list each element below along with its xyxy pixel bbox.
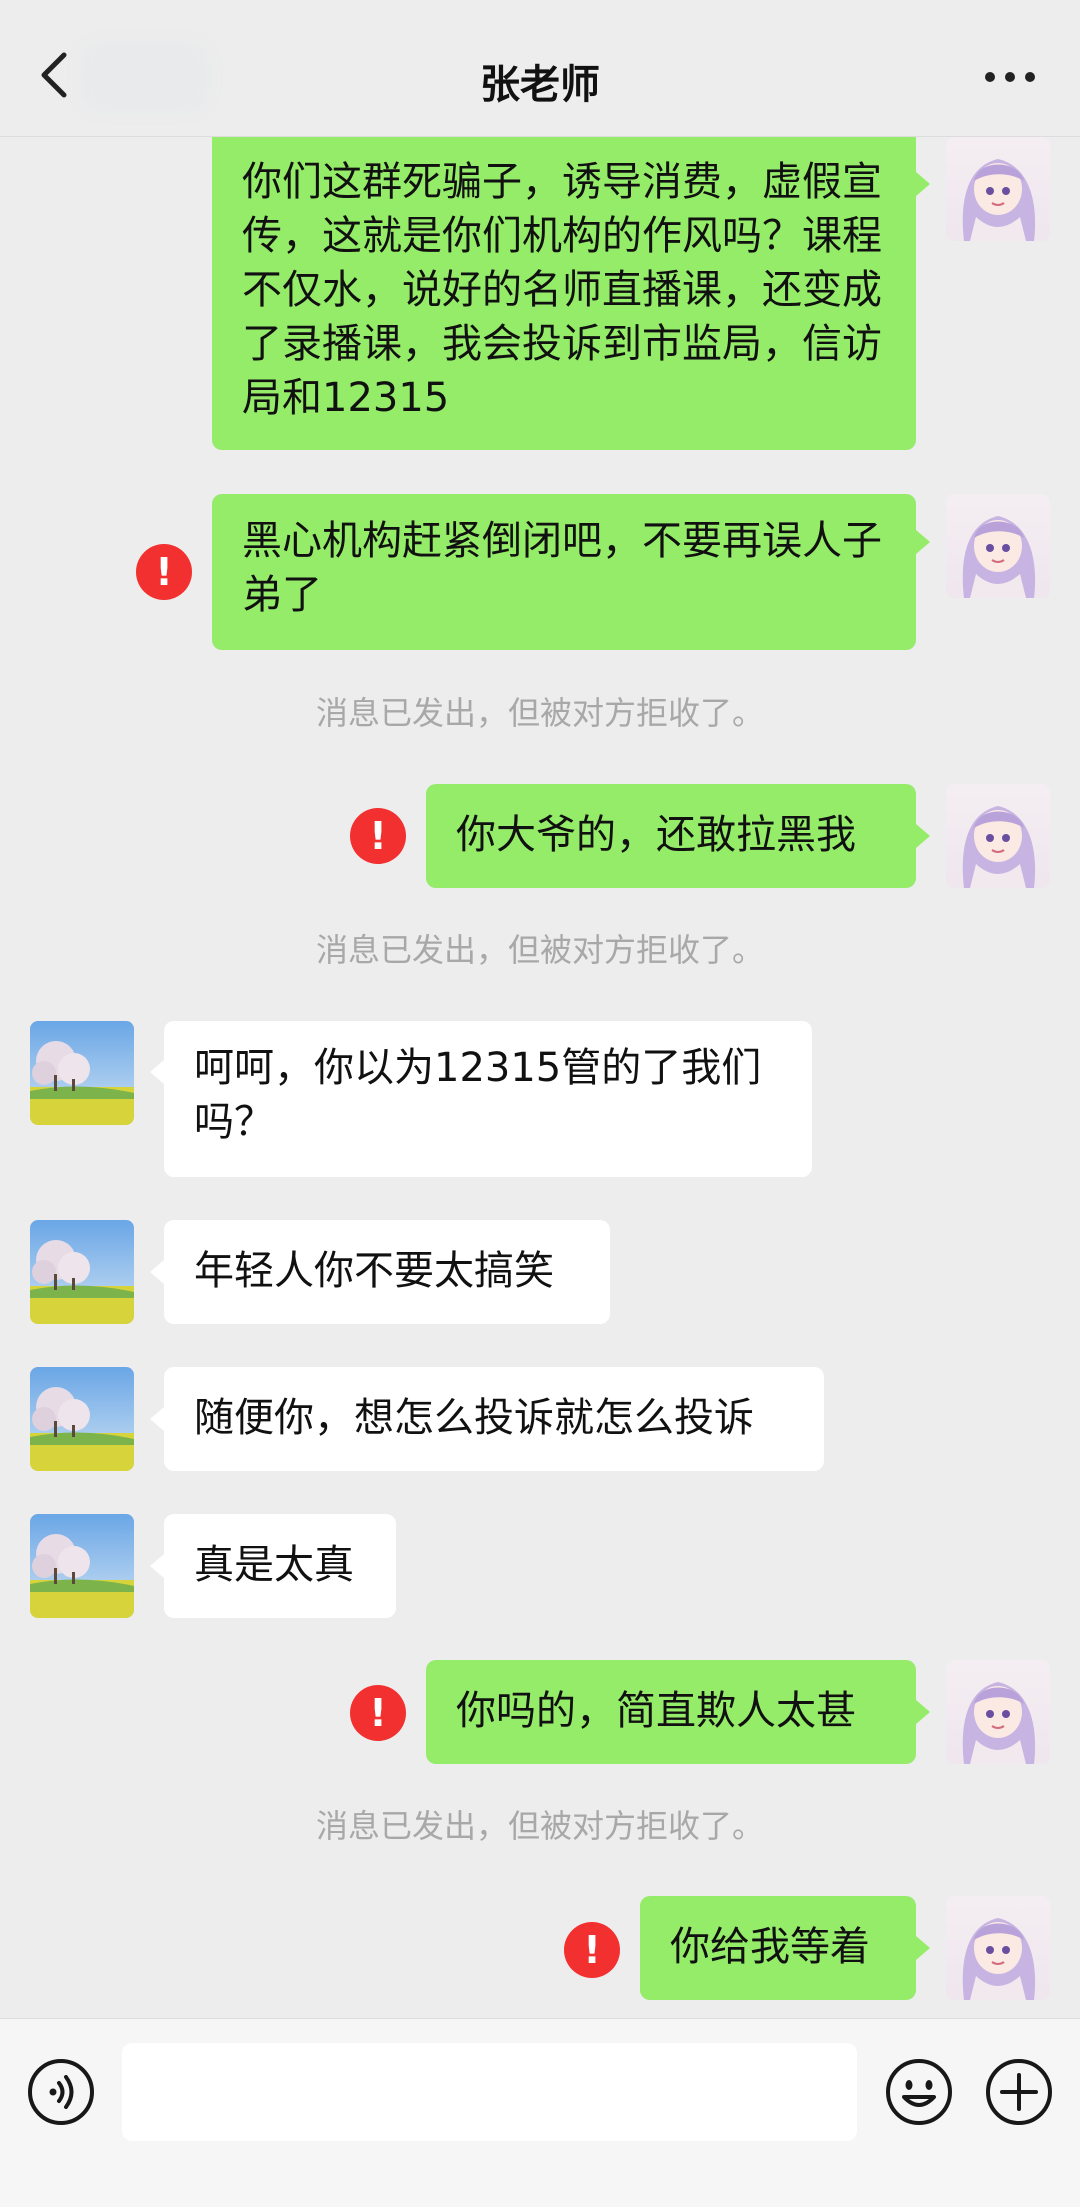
message-text: 你给我等着 bbox=[670, 1924, 870, 1970]
contact-avatar[interactable] bbox=[30, 1220, 134, 1324]
message-text: 年轻人你不要太搞笑 bbox=[194, 1248, 554, 1294]
my-avatar[interactable] bbox=[946, 1896, 1050, 2000]
contact-avatar[interactable] bbox=[30, 1021, 134, 1125]
chat-title: 张老师 bbox=[480, 62, 600, 108]
send-failed-icon[interactable]: ! bbox=[350, 1685, 406, 1741]
message-text: 你吗的，简直欺人太甚 bbox=[456, 1688, 856, 1734]
my-avatar[interactable] bbox=[946, 494, 1050, 598]
plus-icon[interactable] bbox=[984, 2057, 1054, 2127]
message-bubble-received[interactable]: 真是太真 bbox=[164, 1514, 396, 1618]
bubble-tail bbox=[916, 824, 930, 848]
landscape-avatar-icon bbox=[30, 1220, 134, 1324]
message-text: 随便你，想怎么投诉就怎么投诉 bbox=[194, 1395, 754, 1441]
message-text: 呵呵，你以为12315管的了我们吗？ bbox=[194, 1045, 762, 1145]
bubble-tail bbox=[150, 1554, 164, 1578]
anime-girl-avatar-icon bbox=[946, 494, 1050, 598]
bubble-tail bbox=[150, 1060, 164, 1084]
rejected-notice: 消息已发出，但被对方拒收了。 bbox=[315, 694, 764, 732]
send-failed-icon[interactable]: ! bbox=[564, 1922, 620, 1978]
emoji-icon[interactable] bbox=[884, 2057, 954, 2127]
bubble-tail bbox=[150, 1260, 164, 1284]
message-input[interactable] bbox=[122, 2043, 857, 2141]
anime-girl-avatar-icon bbox=[946, 137, 1050, 241]
my-avatar[interactable] bbox=[946, 784, 1050, 888]
anime-girl-avatar-icon bbox=[946, 784, 1050, 888]
message-text: 你们这群死骗子，诱导消费，虚假宣传，这就是你们机构的作风吗？课程不仅水，说好的名… bbox=[242, 159, 882, 421]
message-bubble-sent[interactable]: 你吗的，简直欺人太甚 bbox=[426, 1660, 916, 1764]
bubble-tail bbox=[150, 1407, 164, 1431]
message-bubble-sent[interactable]: 黑心机构赶紧倒闭吧，不要再误人子弟了 bbox=[212, 494, 916, 650]
send-failed-icon[interactable]: ! bbox=[350, 808, 406, 864]
bubble-tail bbox=[916, 1700, 930, 1724]
chat-header: 张老师 bbox=[0, 0, 1080, 137]
rejected-notice: 消息已发出，但被对方拒收了。 bbox=[315, 931, 764, 969]
more-icon[interactable] bbox=[980, 62, 1040, 92]
message-text: 你大爷的，还敢拉黑我 bbox=[456, 812, 856, 858]
message-bubble-sent[interactable]: 你给我等着 bbox=[640, 1896, 916, 2000]
my-avatar[interactable] bbox=[946, 137, 1050, 241]
message-bubble-sent[interactable]: 你们这群死骗子，诱导消费，虚假宣传，这就是你们机构的作风吗？课程不仅水，说好的名… bbox=[212, 137, 916, 450]
message-text: 真是太真 bbox=[194, 1542, 354, 1588]
bubble-tail bbox=[916, 530, 930, 554]
message-bubble-received[interactable]: 年轻人你不要太搞笑 bbox=[164, 1220, 610, 1324]
contact-avatar[interactable] bbox=[30, 1514, 134, 1618]
message-bubble-received[interactable]: 随便你，想怎么投诉就怎么投诉 bbox=[164, 1367, 824, 1471]
anime-girl-avatar-icon bbox=[946, 1660, 1050, 1764]
my-avatar[interactable] bbox=[946, 1660, 1050, 1764]
contact-avatar[interactable] bbox=[30, 1367, 134, 1471]
message-bubble-sent[interactable]: 你大爷的，还敢拉黑我 bbox=[426, 784, 916, 888]
bubble-tail bbox=[916, 1936, 930, 1960]
landscape-avatar-icon bbox=[30, 1021, 134, 1125]
send-failed-icon[interactable]: ! bbox=[136, 544, 192, 600]
landscape-avatar-icon bbox=[30, 1514, 134, 1618]
input-bar bbox=[0, 2018, 1080, 2207]
bubble-tail bbox=[916, 172, 930, 196]
message-bubble-received[interactable]: 呵呵，你以为12315管的了我们吗？ bbox=[164, 1021, 812, 1177]
message-text: 黑心机构赶紧倒闭吧，不要再误人子弟了 bbox=[242, 518, 882, 618]
anime-girl-avatar-icon bbox=[946, 1896, 1050, 2000]
landscape-avatar-icon bbox=[30, 1367, 134, 1471]
voice-icon[interactable] bbox=[26, 2057, 96, 2127]
rejected-notice: 消息已发出，但被对方拒收了。 bbox=[315, 1807, 764, 1845]
